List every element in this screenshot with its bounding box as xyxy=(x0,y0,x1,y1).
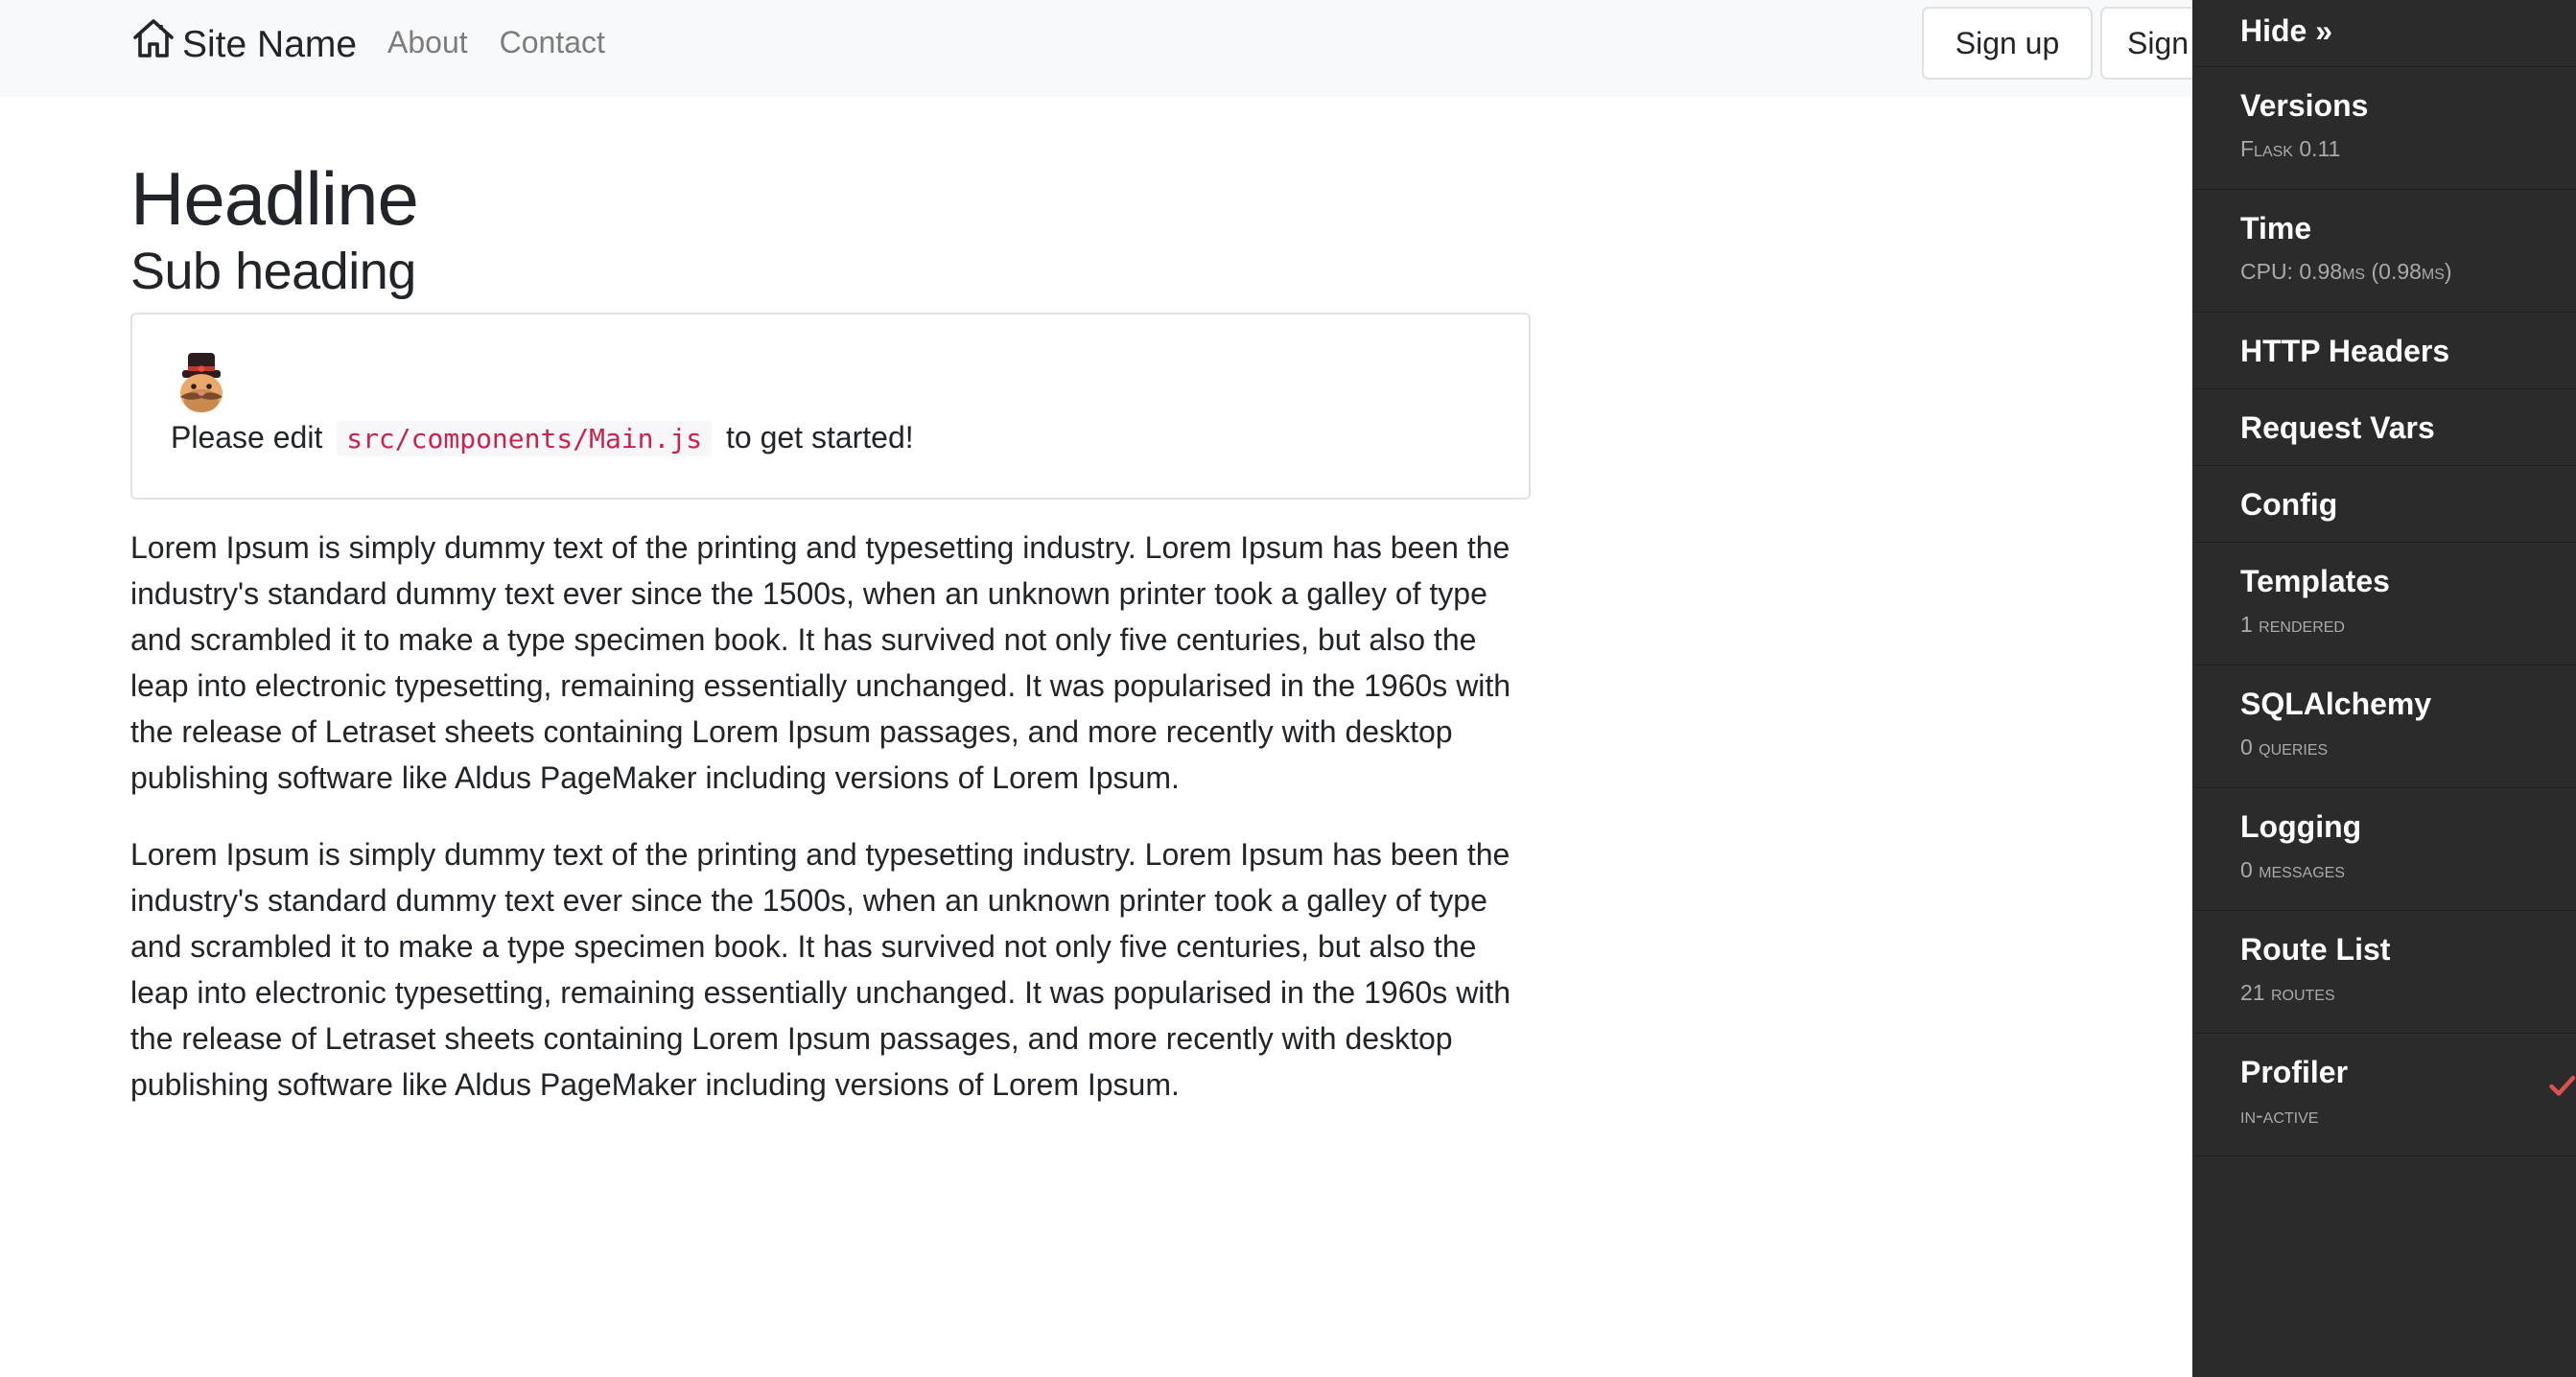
brand-link[interactable]: Site Name xyxy=(130,13,357,75)
panel-title: Logging xyxy=(2240,809,2362,844)
panel-title: HTTP Headers xyxy=(2240,334,2450,368)
toolbar-hide-button[interactable]: Hide » xyxy=(2192,0,2576,67)
toolbar-panel-sqlalchemy[interactable]: SQLAlchemy 0 queries xyxy=(2192,665,2576,788)
toolbar-panel-config[interactable]: Config xyxy=(2192,466,2576,543)
toolbar-panel-route-list[interactable]: Route List 21 routes xyxy=(2192,911,2576,1034)
panel-subtitle: 21 routes xyxy=(2240,980,2335,1005)
panel-subtitle: Flask 0.11 xyxy=(2240,136,2341,161)
toolbar-panel-http-headers[interactable]: HTTP Headers xyxy=(2192,313,2576,389)
panel-title: Time xyxy=(2240,211,2312,245)
navbar: Site Name About Contact Sign up Sign in xyxy=(0,0,2576,97)
panel-subtitle: in-active xyxy=(2240,1103,2319,1128)
panel-title: Config xyxy=(2240,487,2338,522)
home-icon xyxy=(133,19,174,58)
sign-up-button[interactable]: Sign up xyxy=(1922,7,2093,80)
panel-title: Profiler xyxy=(2240,1055,2349,1089)
toolbar-panel-time[interactable]: Time CPU: 0.98ms (0.98ms) xyxy=(2192,190,2576,313)
callout-text-before: Please edit xyxy=(171,419,323,455)
debug-toolbar: Hide » Versions Flask 0.11 Time CPU: 0.9… xyxy=(2192,0,2576,1377)
toolbar-panel-request-vars[interactable]: Request Vars xyxy=(2192,389,2576,466)
nav-links: About Contact xyxy=(387,23,605,61)
panel-subtitle: CPU: 0.98ms (0.98ms) xyxy=(2240,259,2452,284)
toolbar-panel-logging[interactable]: Logging 0 messages xyxy=(2192,788,2576,911)
getting-started-callout: Please edit src/components/Main.js to ge… xyxy=(130,312,1531,500)
toolbar-panel-versions[interactable]: Versions Flask 0.11 xyxy=(2192,67,2576,190)
nav-link-about[interactable]: About xyxy=(387,23,468,61)
panel-title: Versions xyxy=(2240,88,2369,123)
panel-title: SQLAlchemy xyxy=(2240,687,2432,721)
page-subheading: Sub heading xyxy=(130,242,416,300)
body-paragraph-1: Lorem Ipsum is simply dummy text of the … xyxy=(130,529,1511,795)
nav-link-contact[interactable]: Contact xyxy=(500,23,605,61)
panel-title: Request Vars xyxy=(2240,410,2435,445)
panel-title: Route List xyxy=(2240,932,2391,967)
toolbar-panel-templates[interactable]: Templates 1 rendered xyxy=(2192,543,2576,665)
main-content: Headline Sub heading Please edit src/com… xyxy=(130,97,1531,1108)
checkmark-icon[interactable] xyxy=(2547,1072,2576,1101)
callout-text: Please edit src/components/Main.js to ge… xyxy=(171,418,1529,458)
callout-text-after: to get started! xyxy=(725,419,914,455)
page-headline: Headline xyxy=(130,156,419,241)
brand-name: Site Name xyxy=(182,23,358,65)
panel-subtitle: 0 queries xyxy=(2240,735,2329,759)
panel-subtitle: 1 rendered xyxy=(2240,612,2345,637)
panel-subtitle: 0 messages xyxy=(2240,857,2345,882)
body-paragraph-2: Lorem Ipsum is simply dummy text of the … xyxy=(130,836,1511,1102)
panel-title: Templates xyxy=(2240,564,2390,598)
toolbar-panel-profiler[interactable]: Profiler in-active xyxy=(2192,1034,2576,1156)
callout-code: src/components/Main.js xyxy=(337,420,713,456)
mascot-icon xyxy=(180,352,222,412)
